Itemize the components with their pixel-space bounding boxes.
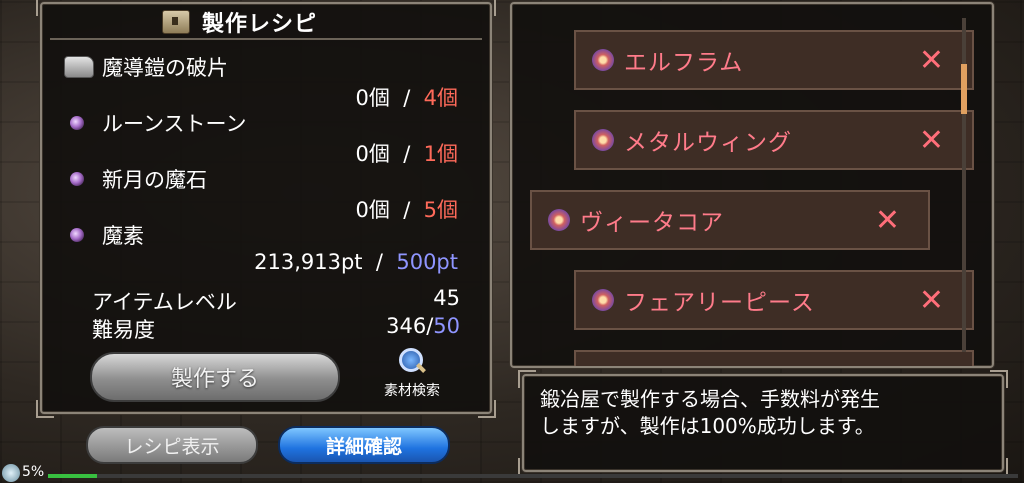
purple-gem-icon bbox=[70, 116, 84, 130]
panel-corner bbox=[478, 400, 496, 418]
material-name: 魔導鎧の破片 bbox=[102, 56, 228, 80]
message-line: 鍛冶屋で製作する場合、手数料が発生 bbox=[540, 387, 880, 411]
list-item-partial[interactable] bbox=[574, 350, 974, 366]
item-level-label: アイテムレベル bbox=[92, 290, 237, 314]
remove-icon[interactable]: ✕ bbox=[919, 43, 944, 78]
difficulty-value-group: 346/50 bbox=[386, 314, 460, 344]
material-have: 0個 bbox=[355, 142, 390, 166]
material-count: 213,913pt / 500pt bbox=[64, 250, 464, 278]
status-percent: 5% bbox=[22, 464, 45, 480]
item-name: ヴィータコア bbox=[580, 210, 724, 236]
item-list-panel: エルフラム ✕ メタルウィング ✕ ヴィータコア ✕ フェアリーピース ✕ bbox=[510, 2, 994, 368]
difficulty-label: 難易度 bbox=[92, 318, 155, 342]
message-panel: 鍛冶屋で製作する場合、手数料が発生 しますが、製作は100%成功します。 bbox=[518, 370, 1008, 476]
item-name: フェアリーピース bbox=[624, 290, 815, 316]
list-item[interactable]: フェアリーピース ✕ bbox=[574, 270, 974, 330]
item-level-value: 45 bbox=[433, 286, 460, 310]
material-name: 新月の魔石 bbox=[102, 168, 207, 192]
item-level-row: アイテムレベル 45 bbox=[92, 286, 460, 316]
panel-corner bbox=[990, 370, 1008, 388]
material-sep: / bbox=[375, 250, 383, 274]
material-item: 魔素 213,913pt / 500pt bbox=[64, 220, 464, 278]
message-line: しますが、製作は100%成功します。 bbox=[540, 414, 875, 438]
panel-corner bbox=[36, 0, 54, 16]
material-sep: / bbox=[403, 86, 411, 110]
scrollbar-thumb[interactable] bbox=[961, 64, 967, 114]
remove-icon[interactable]: ✕ bbox=[919, 283, 944, 318]
remove-icon[interactable]: ✕ bbox=[919, 123, 944, 158]
material-sep: / bbox=[403, 142, 411, 166]
purple-gem-icon bbox=[70, 172, 84, 186]
difficulty-value: 346 bbox=[386, 314, 427, 338]
material-count: 0個 / 4個 bbox=[64, 82, 464, 110]
page-title: 製作レシピ bbox=[202, 12, 318, 37]
material-need: 1個 bbox=[423, 142, 458, 166]
material-item: ルーンストーン 0個 / 1個 bbox=[64, 108, 464, 166]
detail-confirm-button[interactable]: 詳細確認 bbox=[278, 426, 450, 464]
difficulty-row: 難易度 346/50 bbox=[92, 314, 460, 344]
material-item: 魔導鎧の破片 0個 / 4個 bbox=[64, 52, 464, 110]
material-have: 0個 bbox=[355, 198, 390, 222]
item-orb-icon bbox=[592, 129, 614, 151]
panel-corner bbox=[36, 400, 54, 418]
material-need: 5個 bbox=[423, 198, 458, 222]
item-name: メタルウィング bbox=[624, 130, 792, 156]
progress-bar bbox=[48, 474, 1018, 478]
recipe-display-button[interactable]: レシピ表示 bbox=[86, 426, 258, 464]
panel-corner bbox=[518, 370, 536, 388]
armor-shard-icon bbox=[64, 56, 94, 78]
remove-icon[interactable]: ✕ bbox=[875, 203, 900, 238]
magnifier-icon bbox=[399, 348, 426, 374]
message-text: 鍛冶屋で製作する場合、手数料が発生 しますが、製作は100%成功します。 bbox=[540, 386, 988, 440]
chest-icon bbox=[162, 10, 190, 34]
material-name: ルーンストーン bbox=[102, 112, 247, 136]
panel-corner bbox=[980, 4, 992, 16]
material-item: 新月の魔石 0個 / 5個 bbox=[64, 164, 464, 222]
item-orb-icon bbox=[592, 289, 614, 311]
material-count: 0個 / 1個 bbox=[64, 138, 464, 166]
material-name: 魔素 bbox=[102, 224, 144, 248]
material-search-button[interactable]: 素材検索 bbox=[372, 348, 452, 400]
status-orb-icon bbox=[2, 464, 20, 482]
material-need: 500pt bbox=[396, 250, 458, 274]
material-need: 4個 bbox=[423, 86, 458, 110]
progress-fill bbox=[48, 474, 97, 478]
craft-button[interactable]: 製作する bbox=[90, 352, 340, 402]
difficulty-max: 50 bbox=[433, 314, 460, 338]
title-divider bbox=[50, 38, 482, 40]
material-have: 0個 bbox=[355, 86, 390, 110]
material-search-label: 素材検索 bbox=[384, 383, 440, 399]
item-orb-icon bbox=[548, 209, 570, 231]
purple-gem-icon bbox=[70, 228, 84, 242]
list-item[interactable]: ヴィータコア ✕ bbox=[530, 190, 930, 250]
material-have: 213,913pt bbox=[254, 250, 363, 274]
item-orb-icon bbox=[592, 49, 614, 71]
recipe-panel: 製作レシピ 魔導鎧の破片 0個 / 4個 ルーンストーン 0個 / 1個 新月の… bbox=[36, 0, 496, 418]
panel-corner bbox=[512, 4, 524, 16]
recipe-header: 製作レシピ bbox=[162, 6, 317, 38]
item-name: エルフラム bbox=[624, 50, 744, 76]
list-item[interactable]: エルフラム ✕ bbox=[574, 30, 974, 90]
list-item[interactable]: メタルウィング ✕ bbox=[574, 110, 974, 170]
status-bar: 5% bbox=[0, 464, 1024, 483]
material-sep: / bbox=[403, 198, 411, 222]
material-count: 0個 / 5個 bbox=[64, 194, 464, 222]
panel-corner bbox=[478, 0, 496, 16]
